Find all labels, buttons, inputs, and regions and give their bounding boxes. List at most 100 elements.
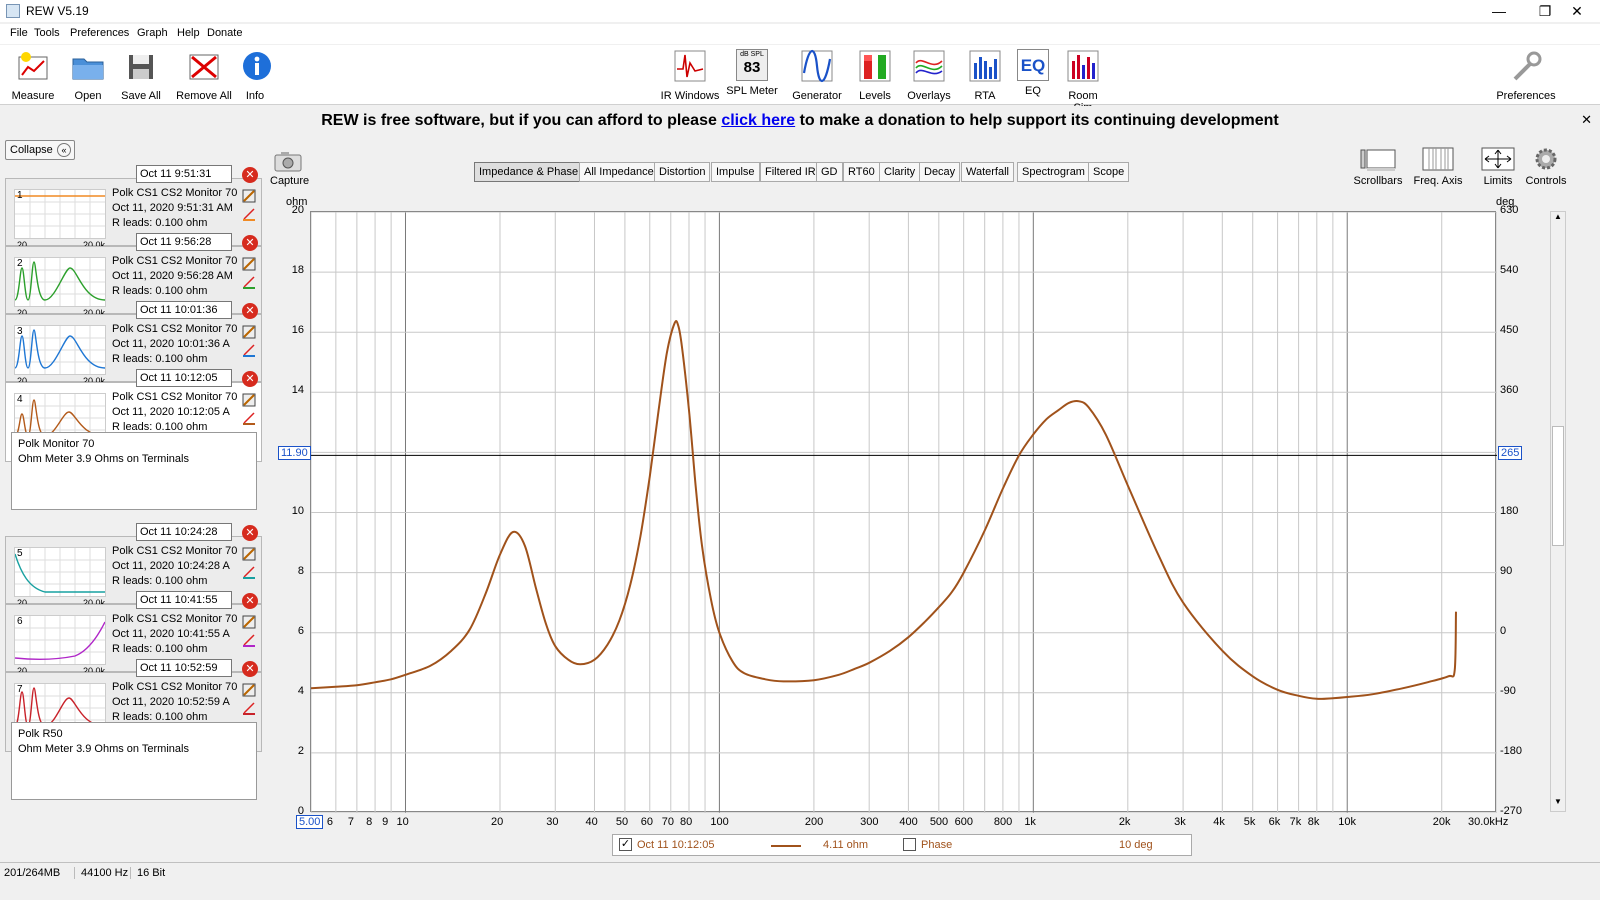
menu-preferences[interactable]: Preferences [70,27,129,39]
delete-measurement-icon[interactable]: ✕ [242,303,258,319]
generator-button[interactable]: Generator [790,49,844,102]
edit-info-icon[interactable] [242,325,256,339]
measurement-date-field[interactable]: Oct 11 10:12:05 [136,369,232,387]
cursor-y-readout[interactable]: 11.90 [278,446,311,461]
edit-info-icon[interactable] [242,547,256,561]
measurement-date-field[interactable]: Oct 11 9:51:31 [136,165,232,183]
measurement-thumbnail[interactable]: 2 20 20.0k [14,257,106,318]
cursor-y2-readout[interactable]: 265 [1498,446,1523,461]
edit-info-icon[interactable] [242,683,256,697]
eq-button[interactable]: EQ EQ [1016,49,1050,97]
graph-tab[interactable]: Impedance & Phase [474,162,584,182]
x-tick-label: 20k [1432,816,1451,828]
measurement-thumbnail[interactable]: 6 20 20.0k [14,615,106,676]
trace-color-icon[interactable] [242,343,256,357]
overlays-button[interactable]: Overlays [906,49,952,102]
trace-color-icon[interactable] [242,565,256,579]
trace-color-icon[interactable] [242,411,256,425]
graph-tool-button[interactable]: Controls [1520,146,1572,187]
graph-tab[interactable]: Decay [919,162,961,182]
graph-tab[interactable]: Scope [1088,162,1130,182]
save-all-button[interactable]: Save All [118,49,164,102]
info-button[interactable]: Info [240,49,271,102]
preferences-button[interactable]: Preferences [1494,49,1558,102]
measure-icon [18,52,48,80]
minimize-button[interactable]: — [1476,0,1522,22]
menu-tools[interactable]: Tools [34,27,60,39]
delete-measurement-icon[interactable]: ✕ [242,235,258,251]
graph-tab[interactable]: Spectrogram [1017,162,1090,182]
menu-donate[interactable]: Donate [207,27,242,39]
menu-help[interactable]: Help [177,27,200,39]
capture-button[interactable]: Capture [270,150,309,187]
rta-button[interactable]: RTA [968,49,1002,102]
measure-button[interactable]: Measure [10,49,56,102]
banner-close-icon[interactable]: ✕ [1581,112,1592,128]
edit-info-icon[interactable] [242,257,256,271]
y-tick-label: 2 [297,744,304,757]
menu-file[interactable]: File [10,27,28,39]
ir-windows-button[interactable]: IR Windows [660,49,720,102]
measurement-date-field[interactable]: Oct 11 10:24:28 [136,523,232,541]
delete-measurement-icon[interactable]: ✕ [242,525,258,541]
delete-measurement-icon[interactable]: ✕ [242,167,258,183]
impedance-plot[interactable] [310,211,1498,814]
edit-info-icon[interactable] [242,393,256,407]
levels-button[interactable]: Levels [855,49,895,102]
measurement-full-date: Oct 11, 2020 10:24:28 A [112,560,230,572]
scrollbar-thumb[interactable] [1552,426,1564,546]
measurement-full-date: Oct 11, 2020 9:51:31 AM [112,202,233,214]
x-axis-start-field[interactable]: 5.00 [296,815,324,829]
graph-tool-button[interactable]: Freq. Axis [1412,146,1464,187]
graph-tab[interactable]: Distortion [654,162,711,182]
impedance-series-line[interactable] [310,320,1457,700]
x-tick-label: 8 [366,816,373,828]
save-icon [129,55,153,79]
graph-tab[interactable]: Filtered IR [760,162,821,182]
graph-tab[interactable]: RT60 [843,162,880,182]
measurement-thumbnail[interactable]: 1 20 20.0k [14,189,106,250]
delete-measurement-icon[interactable]: ✕ [242,371,258,387]
measurement-date-field[interactable]: Oct 11 9:56:28 [136,233,232,251]
edit-info-icon[interactable] [242,189,256,203]
graph-tool-button[interactable]: Scrollbars [1352,146,1404,187]
banner-before: REW is free software, but if you can aff… [321,112,722,129]
close-button[interactable]: ✕ [1554,0,1600,22]
measurement-date-field[interactable]: Oct 11 10:52:59 [136,659,232,677]
trace-color-icon[interactable] [242,207,256,221]
edit-info-icon[interactable] [242,615,256,629]
series-checkbox[interactable]: ✓ [619,838,632,851]
room-sim-button[interactable]: Room Sim [1058,49,1108,114]
graph-tab[interactable]: All Impedance [579,162,659,182]
graph-tab[interactable]: Clarity [879,162,921,182]
delete-measurement-icon[interactable]: ✕ [242,593,258,609]
phase-checkbox[interactable] [903,838,916,851]
measurement-leads: R leads: 0.100 ohm [112,643,208,655]
collapse-button[interactable]: Collapse « [5,140,75,160]
measurement-notes[interactable]: Polk Monitor 70 Ohm Meter 3.9 Ohms on Ter… [11,432,257,510]
trace-color-icon[interactable] [242,633,256,647]
menu-graph[interactable]: Graph [137,27,168,39]
scroll-down-icon[interactable]: ▼ [1551,797,1565,811]
open-label: Open [74,90,102,102]
donate-link[interactable]: click here [721,112,795,129]
graph-tab[interactable]: Impulse [711,162,760,182]
measurement-date-field[interactable]: Oct 11 10:41:55 [136,591,232,609]
open-button[interactable]: Open [70,49,106,102]
trace-color-icon[interactable] [242,701,256,715]
scroll-up-icon[interactable]: ▲ [1551,212,1565,226]
vertical-scrollbar[interactable]: ▲ ▼ [1550,211,1566,812]
spl-meter-button[interactable]: dB SPL 83 SPL Meter [726,49,778,97]
delete-measurement-icon[interactable]: ✕ [242,661,258,677]
measurement-thumbnail[interactable]: 5 20 20.0k [14,547,106,608]
remove-all-button[interactable]: Remove All [175,49,233,102]
plot-canvas[interactable] [310,211,1498,814]
graph-tool-button[interactable]: Limits [1472,146,1524,187]
preferences-label: Preferences [1496,90,1556,102]
graph-tab[interactable]: GD [816,162,843,182]
measurement-thumbnail[interactable]: 3 20 20.0k [14,325,106,386]
measurement-notes[interactable]: Polk R50 Ohm Meter 3.9 Ohms on Terminals [11,722,257,800]
measurement-date-field[interactable]: Oct 11 10:01:36 [136,301,232,319]
trace-color-icon[interactable] [242,275,256,289]
graph-tab[interactable]: Waterfall [961,162,1014,182]
